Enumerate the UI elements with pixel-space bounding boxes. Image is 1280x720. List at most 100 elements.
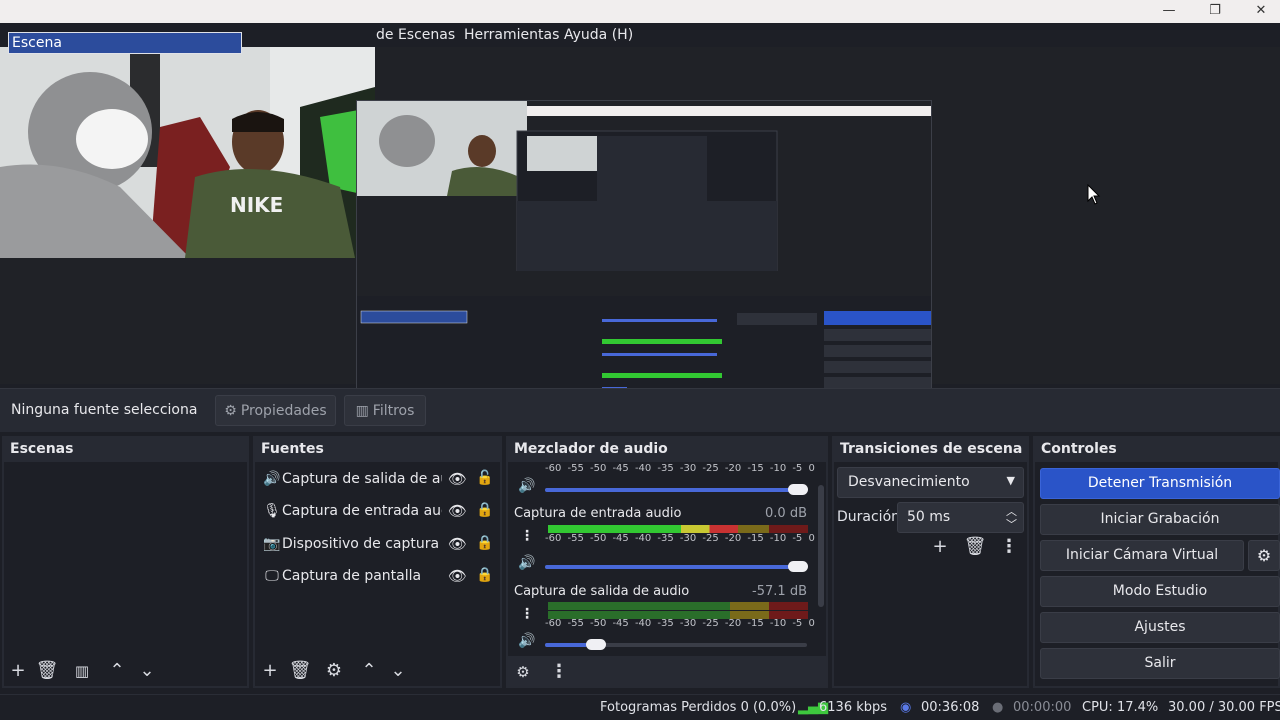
source-item[interactable]: 🎙 Captura de entrada audio 👁 🔒 [262,501,498,523]
source-down-icon[interactable]: ⌄ [386,660,410,684]
settings-button[interactable]: Ajustes [1040,612,1280,643]
menu-tools[interactable]: Herramientas [464,27,559,43]
eye-icon[interactable]: 👁 [448,502,467,520]
remove-scene-icon[interactable]: 🗑 [35,660,59,684]
volume-knob[interactable] [788,561,808,572]
volume-knob[interactable] [788,484,808,495]
source-item[interactable]: 🖵 Captura de pantalla 👁 🔒 [262,566,498,588]
duration-label: Duración [837,509,901,525]
broadcast-icon: ◉ [900,700,912,715]
title-bar: — ❐ ✕ [0,0,1280,23]
stop-streaming-button[interactable]: Detener Transmisión [1040,468,1280,499]
menu-scene-collection[interactable]: de Escenas [376,27,455,43]
remove-source-icon[interactable]: 🗑 [288,660,312,684]
volume-fill [545,488,790,492]
exit-button[interactable]: Salir [1040,648,1280,679]
filters-button[interactable]: ▥ Filtros [344,395,426,426]
close-button[interactable]: ✕ [1238,0,1280,23]
kebab-icon[interactable]: ⋮ [517,606,537,622]
lock-icon[interactable]: 🔒 [476,502,493,518]
no-source-selected-label: Ninguna fuente selecciona [11,402,198,418]
gear-icon: ⚙ [1256,546,1272,565]
mixer-menu-icon[interactable]: ⋮ [547,661,571,685]
duration-input[interactable]: 50 ms ︿ ﹀ [897,502,1024,533]
add-transition-icon[interactable]: + [928,536,952,560]
lock-icon[interactable]: 🔒 [476,567,493,583]
remove-transition-icon[interactable]: 🗑 [963,536,987,560]
bitrate: 6136 kbps [819,700,888,715]
add-scene-icon[interactable]: + [6,660,30,684]
stream-time: 00:36:08 [921,700,980,715]
channel-db: 0.0 dB [765,506,807,521]
source-label: Captura de salida de audic [282,471,442,487]
eye-icon[interactable]: 👁 [448,567,467,585]
nested-preview [356,100,932,425]
unlock-icon[interactable]: 🔓 [476,470,493,486]
transitions-title: Transiciones de escena [840,441,1023,457]
source-label: Dispositivo de captura de v [282,536,442,552]
dropped-frames: Fotogramas Perdidos 0 (0.0%) [600,700,797,715]
transition-value: Desvanecimiento [848,474,970,490]
source-item[interactable]: 🔊 Captura de salida de audic 👁 🔓 [262,469,498,491]
meter-scale: -60 -55 -50 -45 -40 -35 -30 -25 -20 -15 -10 -5 0 [545,533,815,544]
scene-item[interactable]: Escena [8,32,242,54]
channel-label: Captura de entrada audio [514,506,682,521]
volume-fill [545,565,790,569]
scene-filters-icon[interactable]: ▥ [70,660,94,684]
scenes-list [4,462,247,686]
eye-icon[interactable]: 👁 [448,535,467,553]
source-label: Captura de pantalla [282,568,422,584]
gear-icon: ⚙ [224,402,237,419]
sources-title: Fuentes [261,441,324,457]
scenes-title: Escenas [10,441,74,457]
speaker-icon[interactable]: 🔊 [517,555,537,571]
webcam-image: NIKE [0,47,375,258]
source-toolbar: Ninguna fuente selecciona ⚙ Propiedades … [0,388,1280,432]
stepper-down-icon[interactable]: ﹀ [1006,516,1017,532]
source-properties-icon[interactable]: ⚙ [322,660,346,684]
transition-select[interactable]: Desvanecimiento ▼ [837,467,1024,498]
mixer-scrollbar[interactable] [818,485,824,607]
start-recording-button[interactable]: Iniciar Grabación [1040,504,1280,535]
filters-label: Filtros [372,402,415,419]
studio-mode-button[interactable]: Modo Estudio [1040,576,1280,607]
start-virtual-camera-button[interactable]: Iniciar Cámara Virtual [1040,540,1244,571]
scenes-dock: Escenas [2,436,249,688]
menu-help[interactable]: Ayuda (H) [564,27,633,43]
svg-text:NIKE: NIKE [230,193,283,217]
chevron-down-icon: ▼ [1006,474,1015,487]
level-meter-fill [548,525,738,533]
cpu-usage: CPU: 17.4% [1082,700,1159,715]
move-down-icon[interactable]: ⌄ [135,660,159,684]
channel-label: Captura de salida de audio [514,584,690,599]
speaker-icon[interactable]: 🔊 [517,478,537,494]
source-label: Captura de entrada audio [282,503,442,519]
advanced-audio-icon[interactable]: ⚙ [511,661,535,685]
preview-canvas[interactable]: NIKE [0,47,1280,425]
mouse-cursor-icon [1087,184,1101,205]
minimize-button[interactable]: — [1146,0,1192,23]
virtual-camera-settings-button[interactable]: ⚙ [1248,540,1280,571]
add-source-icon[interactable]: + [258,660,282,684]
kebab-icon[interactable]: ⋮ [517,528,537,544]
maximize-button[interactable]: ❐ [1192,0,1238,23]
volume-knob[interactable] [586,639,606,650]
speaker-icon: 🔊 [263,471,281,487]
camera-icon: 📷 [263,536,281,552]
transition-menu-icon[interactable]: ⋮ [997,536,1021,560]
lock-icon[interactable]: 🔒 [476,535,493,551]
record-icon: ● [992,700,1004,715]
source-up-icon[interactable]: ⌃ [357,660,381,684]
controls-title: Controles [1041,441,1117,457]
microphone-icon: 🎙 [263,503,281,519]
source-item[interactable]: 📷 Dispositivo de captura de v 👁 🔒 [262,534,498,556]
status-bar: Fotogramas Perdidos 0 (0.0%) ▂▄▆ 6136 kb… [0,694,1280,720]
webcam-feed: NIKE [0,47,375,258]
speaker-icon[interactable]: 🔊 [517,633,537,649]
fps: 30.00 / 30.00 FPS [1168,700,1280,715]
eye-icon[interactable]: 👁 [448,470,467,488]
move-up-icon[interactable]: ⌃ [105,660,129,684]
properties-button[interactable]: ⚙ Propiedades [215,395,336,426]
volume-fill [545,643,587,647]
duration-value: 50 ms [907,509,951,525]
